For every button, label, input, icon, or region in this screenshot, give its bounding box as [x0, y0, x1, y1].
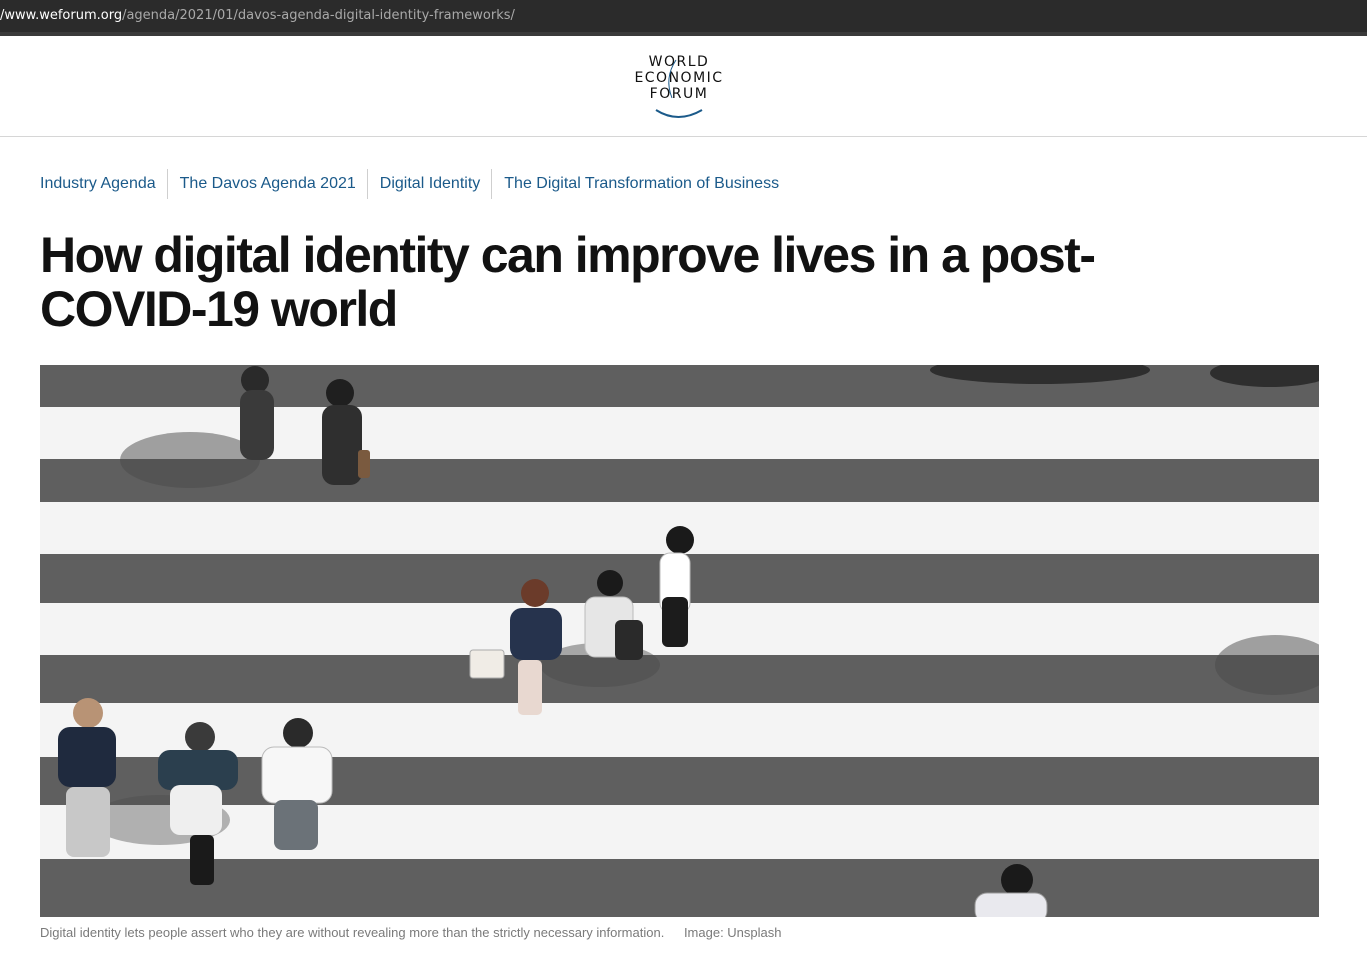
hero-image: [40, 365, 1319, 917]
image-caption: Digital identity lets people assert who …: [40, 925, 782, 940]
caption-text: Digital identity lets people assert who …: [40, 925, 665, 940]
logo-arc-icon: [655, 59, 703, 118]
photo-crosswalk-pedestrians: [40, 365, 1319, 917]
url-text[interactable]: /www.weforum.org/agenda/2021/01/davos-ag…: [0, 8, 515, 23]
browser-address-bar[interactable]: /www.weforum.org/agenda/2021/01/davos-ag…: [0, 0, 1367, 36]
article-title: How digital identity can improve lives i…: [40, 227, 1096, 337]
article-tags: Industry Agenda The Davos Agenda 2021 Di…: [40, 168, 790, 200]
tag-digital-identity[interactable]: Digital Identity: [366, 169, 492, 199]
tag-industry-agenda[interactable]: Industry Agenda: [40, 169, 167, 199]
tag-digital-transformation-of-business[interactable]: The Digital Transformation of Business: [491, 169, 790, 199]
url-host: /www.weforum.org: [0, 8, 123, 23]
image-credit: Image: Unsplash: [683, 925, 782, 940]
url-path: /agenda/2021/01/davos-agenda-digital-ide…: [122, 8, 515, 23]
site-header: WORLD ECONOMIC FORUM: [0, 36, 1367, 137]
tag-davos-agenda-2021[interactable]: The Davos Agenda 2021: [166, 169, 367, 199]
wef-logo[interactable]: WORLD ECONOMIC FORUM: [620, 54, 738, 120]
